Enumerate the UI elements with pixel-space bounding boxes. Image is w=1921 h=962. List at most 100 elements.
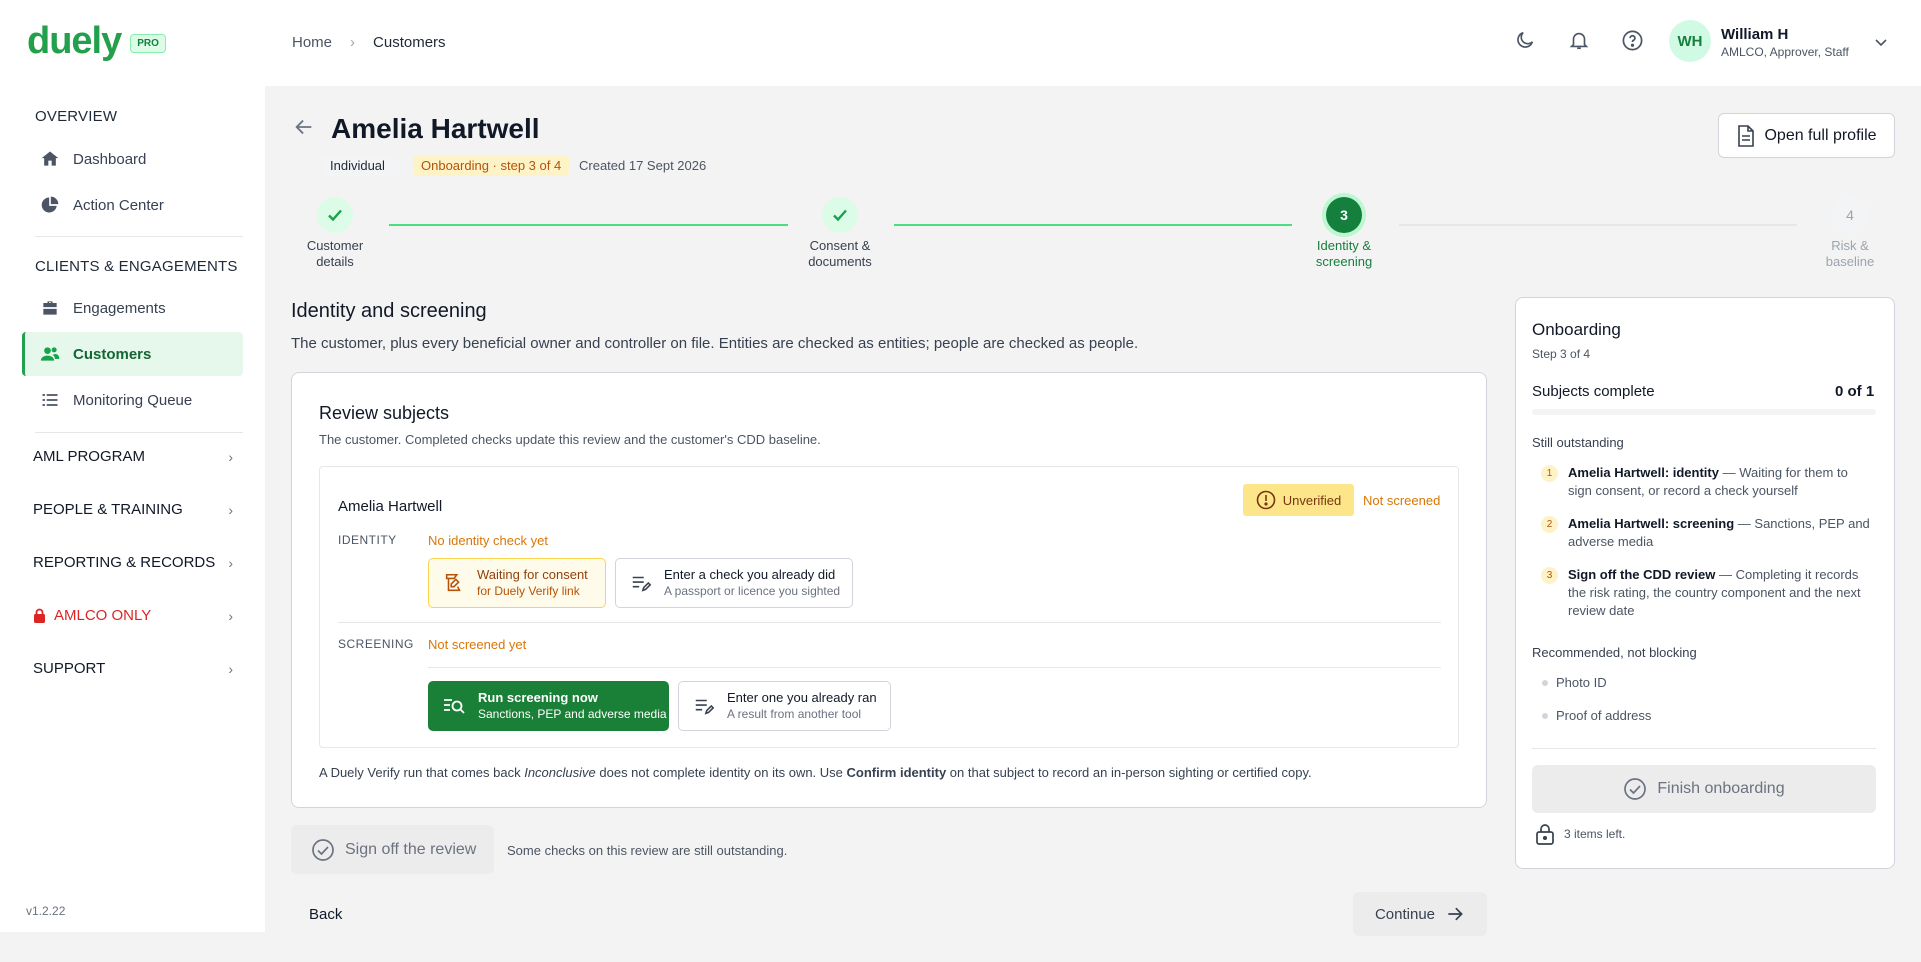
user-menu-toggle[interactable] [1867,28,1895,56]
sidebar-group-amlco-only[interactable]: AMLCO ONLY › [33,607,233,624]
back-arrow-button[interactable] [293,116,315,144]
check-circle-icon [312,838,334,861]
footnote-part: on that subject to record an in-person s… [946,765,1312,780]
enter-existing-screening-button[interactable]: Enter one you already ran A result from … [678,681,891,731]
step-line1: Consent & [809,238,871,253]
alert-icon [1256,490,1276,510]
user-role: AMLCO, Approver, Staff [1721,45,1849,59]
outstanding-item[interactable]: 1 Amelia Hartwell: identity — Waiting fo… [1541,464,1871,500]
screening-label: SCREENING [338,637,414,651]
continue-button[interactable]: Continue [1353,892,1487,936]
outstanding-number: 3 [1541,567,1558,584]
enter-check-sub: A passport or licence you sighted [664,584,841,598]
chevron-right-icon: › [228,554,233,571]
group-label: AML PROGRAM [33,448,145,465]
footnote-part: does not complete identity on its own. U… [595,765,847,780]
user-name[interactable]: William H [1721,26,1788,43]
moon-icon [1517,31,1534,48]
divider [1532,748,1876,749]
run-screening-title: Run screening now [478,690,598,705]
review-description: The customer. Completed checks update th… [319,432,821,447]
check-icon [833,209,847,222]
open-full-profile-button[interactable]: Open full profile [1718,113,1895,158]
bell-icon [1569,32,1589,50]
sidebar: duely PRO OVERVIEW Dashboard Action Cent… [0,0,265,932]
sign-off-review-button[interactable]: Sign off the review [291,825,494,874]
logo[interactable]: duely PRO [27,22,166,60]
subject-name: Amelia Hartwell [338,498,443,515]
sidebar-group-people-training[interactable]: PEOPLE & TRAINING › [33,501,233,518]
outstanding-item[interactable]: 2 Amelia Hartwell: screening — Sanctions… [1541,515,1871,551]
waiting-consent-text: Waiting for consent for Duely Verify lin… [477,567,588,599]
help-button[interactable] [1618,26,1646,54]
sidebar-group-reporting-records[interactable]: REPORTING & RECORDS › [33,554,233,571]
finish-onboarding-button[interactable]: Finish onboarding [1532,765,1876,813]
customer-type-badge: Individual [322,155,393,176]
waiting-consent-sub: for Duely Verify link [477,584,580,598]
group-label-wrap: AMLCO ONLY [33,607,151,624]
divider [428,667,1441,668]
help-icon [1622,30,1642,50]
chevron-right-icon: › [228,660,233,677]
run-screening-button[interactable]: Run screening now Sanctions, PEP and adv… [428,681,669,731]
users-icon [40,347,60,361]
created-date: Created 17 Sept 2026 [579,158,707,173]
breadcrumb: Home › Customers [292,34,446,51]
recommended-item: Photo ID [1556,675,1607,690]
sidebar-item-engagements[interactable]: Engagements [22,286,243,330]
sidebar-item-label: Monitoring Queue [73,391,193,409]
footnote-part: A Duely Verify run that comes back [319,765,525,780]
outstanding-bold: Amelia Hartwell: screening [1568,516,1735,531]
enter-check-text: Enter a check you already did A passport… [664,567,840,599]
sidebar-item-monitoring-queue[interactable]: Monitoring Queue [22,378,243,422]
top-bar: Home › Customers WH William H AMLCO, App… [265,0,1921,86]
panel-step: Step 3 of 4 [1532,347,1591,361]
verify-footnote: A Duely Verify run that comes back Incon… [319,765,1312,780]
step-line2: documents [808,254,872,269]
stepper-connector [389,224,788,226]
notifications-button[interactable] [1565,26,1593,54]
lock-icon [1536,824,1554,845]
sign-off-note: Some checks on this review are still out… [507,843,788,858]
stepper-connector [1399,224,1797,226]
enter-screening-sub: A result from another tool [727,707,862,721]
chevron-right-icon: › [228,448,233,465]
arrow-left-icon [295,119,312,135]
step-3-label: Identity & screening [1289,238,1399,270]
sidebar-group-support[interactable]: SUPPORT › [33,660,233,677]
sidebar-group-aml-program[interactable]: AML PROGRAM › [33,448,233,465]
identity-label: IDENTITY [338,533,397,547]
continue-label: Continue [1374,905,1436,923]
recommended-item: Proof of address [1556,708,1652,723]
sidebar-item-dashboard[interactable]: Dashboard [22,137,243,181]
step-2-circle[interactable] [822,197,858,233]
breadcrumb-home[interactable]: Home [292,34,332,51]
panel-title: Onboarding [1532,320,1621,339]
progress-label: Subjects complete [1532,383,1655,400]
dark-mode-toggle[interactable] [1511,26,1539,54]
bullet-dot [1542,713,1548,719]
outstanding-item[interactable]: 3 Sign off the CDD review — Completing i… [1541,566,1871,620]
recommended-title: Recommended, not blocking [1532,645,1697,660]
step-4-label: Risk & baseline [1795,238,1905,270]
chevron-right-icon: › [350,34,356,51]
step-4-circle[interactable]: 4 [1832,197,1868,233]
outstanding-text: Amelia Hartwell: screening — Sanctions, … [1568,515,1871,551]
unverified-label: Unverified [1282,492,1342,508]
step-line1: Customer [306,238,364,253]
step-line2: screening [1315,254,1373,269]
search-list-icon [444,699,465,714]
enter-screening-title: Enter one you already ran [727,690,877,705]
avatar[interactable]: WH [1669,20,1711,62]
outstanding-number: 1 [1541,465,1558,482]
step-3-circle[interactable]: 3 [1326,197,1362,233]
back-button[interactable]: Back [309,906,342,923]
review-title: Review subjects [319,403,450,423]
step-1-circle[interactable] [317,197,353,233]
sidebar-item-action-center[interactable]: Action Center [22,183,243,227]
sidebar-item-customers[interactable]: Customers [22,332,243,376]
app-version: v1.2.22 [26,904,66,918]
pie-chart-icon [41,196,59,213]
waiting-consent-button[interactable]: Waiting for consent for Duely Verify lin… [428,558,606,608]
enter-existing-check-button[interactable]: Enter a check you already did A passport… [615,558,853,608]
